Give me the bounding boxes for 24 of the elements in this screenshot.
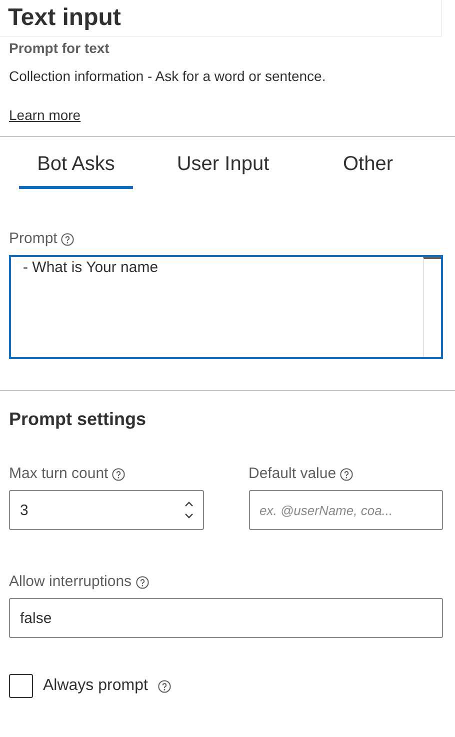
subtitle: Prompt for text: [9, 39, 110, 57]
help-icon: [112, 468, 126, 480]
spin-arrows-icon: [184, 500, 194, 520]
title-field[interactable]: Text input: [0, 0, 442, 37]
checkbox-label: Always prompt: [43, 676, 148, 696]
field-label: Max turn count: [9, 464, 108, 484]
field-label: Default value: [248, 464, 336, 484]
tab[interactable]: Other: [338, 149, 398, 189]
section-title: Prompt settings: [9, 408, 148, 430]
description: Collection information - Ask for a word or sentence.: [9, 67, 327, 85]
input-field[interactable]: false: [9, 598, 443, 638]
learn-more-link[interactable]: Learn more: [9, 106, 81, 124]
number-field[interactable]: 3: [9, 490, 204, 530]
tab[interactable]: User Input: [170, 149, 276, 189]
field-label: Prompt: [9, 229, 58, 249]
help-icon: [136, 576, 149, 588]
help-icon: [61, 232, 74, 246]
help-icon: [340, 468, 354, 480]
prompt-field[interactable]: - What is Your name: [9, 255, 443, 359]
checkbox[interactable]: [9, 674, 33, 698]
tab[interactable]: Bot Asks: [19, 149, 133, 189]
field-label: Allow interruptions: [9, 572, 132, 592]
help-icon: [158, 680, 171, 692]
input-field[interactable]: ex. @userName, coa...: [248, 490, 443, 530]
